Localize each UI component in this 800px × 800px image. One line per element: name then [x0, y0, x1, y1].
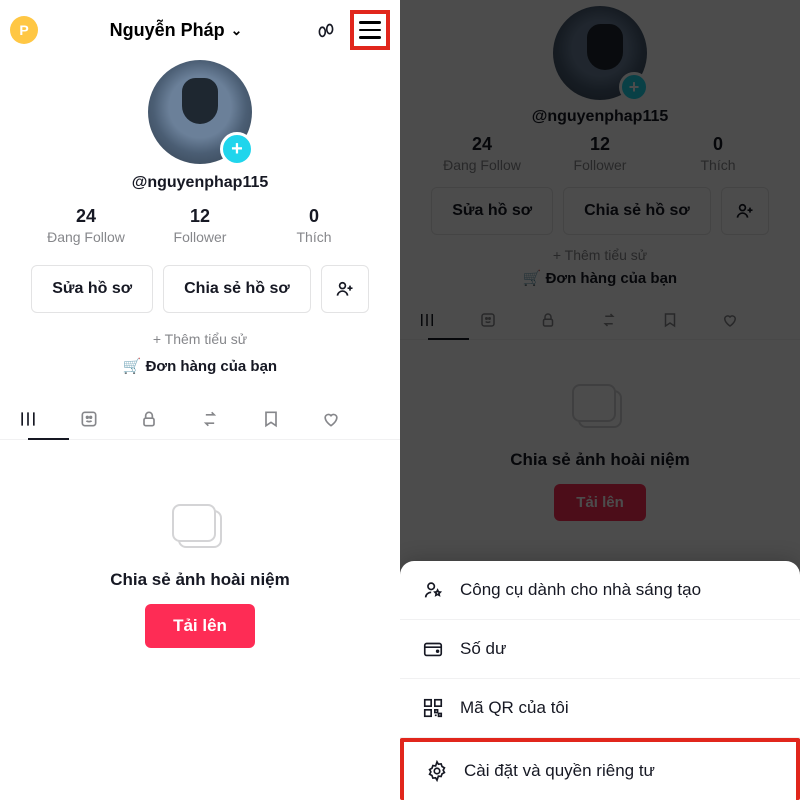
- sheet-item-label: Công cụ dành cho nhà sáng tạo: [460, 580, 701, 600]
- tab-sticker[interactable]: [479, 301, 540, 339]
- sheet-item-settings[interactable]: Cài đặt và quyền riêng tư: [400, 738, 800, 800]
- add-friends-button[interactable]: [321, 265, 369, 313]
- tab-liked[interactable]: [721, 301, 782, 339]
- avatar-wrap[interactable]: +: [553, 6, 647, 100]
- person-star-icon: [422, 579, 444, 601]
- add-story-badge[interactable]: +: [619, 72, 649, 102]
- sheet-item-qr[interactable]: Mã QR của tôi: [400, 679, 800, 738]
- tab-bookmark[interactable]: [661, 301, 722, 339]
- tab-repost[interactable]: [200, 399, 261, 439]
- sheet-item-label: Mã QR của tôi: [460, 698, 569, 718]
- empty-text: Chia sẻ ảnh hoài niệm: [510, 450, 690, 470]
- empty-state: Chia sẻ ảnh hoài niệm Tải lên: [400, 380, 800, 521]
- left-screenshot: P Nguyễn Pháp ⌄ + @nguyenphap115: [0, 0, 400, 800]
- sheet-item-balance[interactable]: Số dư: [400, 620, 800, 679]
- empty-state: Chia sẻ ảnh hoài niệm Tải lên: [0, 500, 400, 648]
- add-bio-link[interactable]: + Thêm tiểu sử: [553, 247, 647, 263]
- orders-link[interactable]: 🛒Đơn hàng của bạn: [523, 269, 677, 287]
- tab-feed[interactable]: [18, 399, 79, 439]
- username: @nguyenphap115: [532, 108, 669, 126]
- photo-placeholder-icon: [172, 500, 228, 556]
- footprint-icon[interactable]: [314, 18, 338, 42]
- stat-likes[interactable]: 0 Thích: [678, 134, 758, 173]
- tab-private[interactable]: [139, 399, 200, 439]
- tab-bookmark[interactable]: [261, 399, 322, 439]
- photo-placeholder-icon: [572, 380, 628, 436]
- tab-repost[interactable]: [600, 301, 661, 339]
- profile-buttons: Sửa hồ sơ Chia sẻ hồ sơ: [31, 265, 369, 313]
- add-bio-link[interactable]: + Thêm tiểu sử: [153, 331, 247, 347]
- stat-followers[interactable]: 12 Follower: [160, 206, 240, 245]
- stat-likes[interactable]: 0 Thích: [274, 206, 354, 245]
- empty-text: Chia sẻ ảnh hoài niệm: [110, 570, 290, 590]
- edit-profile-button[interactable]: Sửa hồ sơ: [431, 187, 553, 235]
- sheet-item-label: Cài đặt và quyền riêng tư: [464, 761, 655, 781]
- top-bar: P Nguyễn Pháp ⌄: [0, 0, 400, 54]
- stats-row: 24 Đang Follow 12 Follower 0 Thích: [0, 206, 400, 245]
- bottom-sheet: Công cụ dành cho nhà sáng tạo Số dư Mã Q…: [400, 561, 800, 800]
- account-switcher[interactable]: Nguyễn Pháp ⌄: [110, 20, 243, 41]
- edit-profile-button[interactable]: Sửa hồ sơ: [31, 265, 153, 313]
- stat-following[interactable]: 24 Đang Follow: [46, 206, 126, 245]
- content-tabs: [0, 399, 400, 440]
- add-friends-button[interactable]: [721, 187, 769, 235]
- wallet-icon: [422, 638, 444, 660]
- stat-followers[interactable]: 12 Follower: [560, 134, 640, 173]
- profile-buttons: Sửa hồ sơ Chia sẻ hồ sơ: [431, 187, 769, 235]
- sheet-item-label: Số dư: [460, 639, 506, 659]
- avatar-wrap[interactable]: +: [148, 60, 252, 164]
- cart-icon: 🛒: [523, 270, 542, 287]
- account-name: Nguyễn Pháp: [110, 20, 225, 41]
- qr-icon: [422, 697, 444, 719]
- tab-private[interactable]: [539, 301, 600, 339]
- profile-section: + @nguyenphap115 24 Đang Follow 12 Follo…: [400, 0, 800, 287]
- gear-icon: [426, 760, 448, 782]
- stats-row: 24 Đang Follow 12 Follower 0 Thích: [400, 134, 800, 173]
- tab-feed[interactable]: [418, 301, 479, 339]
- add-story-badge[interactable]: +: [220, 132, 254, 166]
- hamburger-icon: [359, 21, 381, 39]
- chevron-down-icon: ⌄: [231, 22, 243, 39]
- content-tabs: [400, 301, 800, 340]
- right-screenshot: + @nguyenphap115 24 Đang Follow 12 Follo…: [400, 0, 800, 800]
- tab-sticker[interactable]: [79, 399, 140, 439]
- tab-liked[interactable]: [321, 399, 382, 439]
- share-profile-button[interactable]: Chia sẻ hồ sơ: [163, 265, 311, 313]
- menu-button[interactable]: [350, 10, 390, 50]
- username: @nguyenphap115: [132, 174, 269, 192]
- profile-section: + @nguyenphap115 24 Đang Follow 12 Follo…: [0, 54, 400, 375]
- orders-link[interactable]: 🛒Đơn hàng của bạn: [123, 357, 277, 375]
- stat-following[interactable]: 24 Đang Follow: [442, 134, 522, 173]
- upload-button[interactable]: Tải lên: [554, 484, 646, 521]
- share-profile-button[interactable]: Chia sẻ hồ sơ: [563, 187, 711, 235]
- upload-button[interactable]: Tải lên: [145, 604, 255, 648]
- coin-badge[interactable]: P: [10, 16, 38, 44]
- sheet-item-creator-tools[interactable]: Công cụ dành cho nhà sáng tạo: [400, 561, 800, 620]
- cart-icon: 🛒: [123, 358, 142, 375]
